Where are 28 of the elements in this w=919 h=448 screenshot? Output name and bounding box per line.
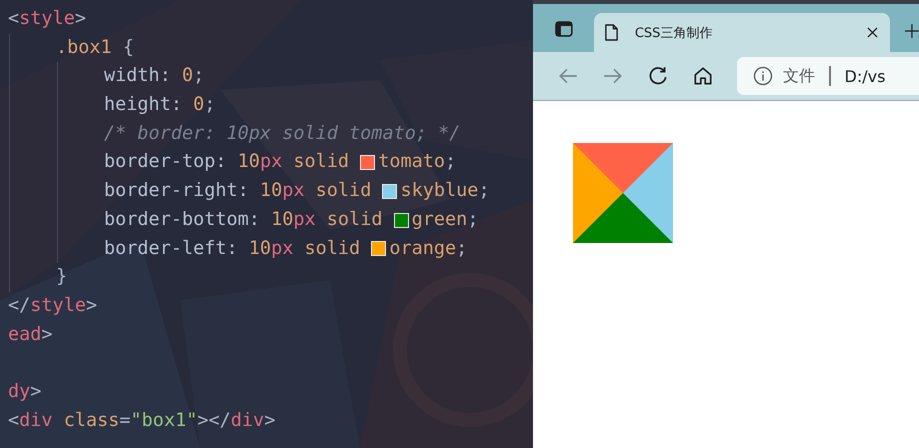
new-tab-icon[interactable] xyxy=(905,24,919,38)
page-icon xyxy=(604,23,619,42)
color-swatch-icon[interactable] xyxy=(371,241,386,256)
home-icon[interactable] xyxy=(692,65,714,87)
tab-actions-icon[interactable] xyxy=(554,19,574,39)
code-line: width: 0; xyxy=(104,64,204,88)
code-line: </style> xyxy=(8,294,98,318)
code-line: dy> xyxy=(8,380,42,404)
color-swatch-icon[interactable] xyxy=(360,155,376,170)
code-line: } xyxy=(56,265,68,290)
address-bar[interactable]: 文件 D:/vs xyxy=(737,57,919,95)
code-line: border-top: 10px solid tomato; xyxy=(104,150,456,174)
refresh-icon[interactable] xyxy=(647,65,669,87)
code-line: <div class="box1"></div> xyxy=(8,408,276,433)
code-line: border-bottom: 10px solid green; xyxy=(104,208,478,232)
close-icon[interactable] xyxy=(867,27,878,38)
code-line: border-right: 10px solid skyblue; xyxy=(104,179,490,204)
info-icon xyxy=(753,66,773,86)
code-line: height: 0; xyxy=(104,93,216,118)
url-text: D:/vs xyxy=(844,66,886,86)
browser-tab[interactable]: CSS三角制作 xyxy=(594,13,890,52)
code-line: .box1 { xyxy=(56,36,134,60)
color-swatch-icon[interactable] xyxy=(382,184,398,199)
code-line: /* border: 10px solid tomato; */ xyxy=(104,122,460,146)
scheme-label: 文件 xyxy=(783,66,815,86)
code-line: ead> xyxy=(8,322,53,347)
code-line: border-left: 10px solid orange; xyxy=(104,236,468,260)
code-line: <style> xyxy=(8,7,86,31)
